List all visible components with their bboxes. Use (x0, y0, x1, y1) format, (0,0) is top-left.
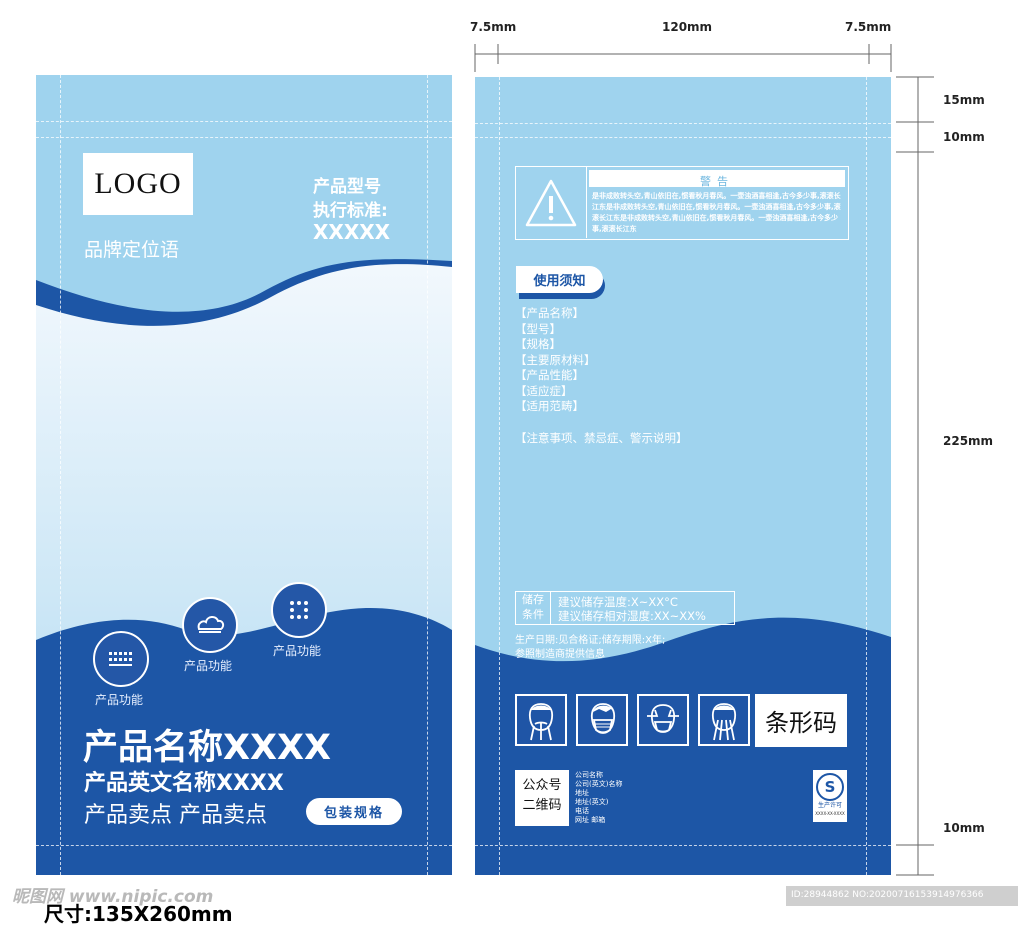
qs-logo-icon: S (816, 773, 844, 801)
qs-code: XXXX-XX-XXXX (815, 811, 845, 816)
product-name: 产品名称XXXX (83, 728, 331, 768)
warning-text: 是非成败转头空,青山依旧在,惯看秋月春风。一壶浊酒喜相逢,古今多少事,滚滚长江东… (592, 192, 841, 233)
warning-triangle-icon (525, 179, 577, 227)
company-address: 地址 (575, 789, 589, 797)
product-name-en: 产品英文名称XXXX (84, 771, 284, 796)
feature-circle-2 (182, 597, 238, 653)
field-product-name: 【产品名称】 (515, 306, 584, 320)
qs-caption: 生产许可 (817, 802, 842, 809)
back-guide-top2 (475, 137, 891, 138)
logo-box: LOGO (83, 153, 193, 215)
production-line: 生产日期:见合格证;储存期限:X年; (515, 635, 666, 646)
standard-value: XXXXX (313, 220, 391, 244)
storage-humidity: 建议储存相对湿度:XX~XX% (558, 609, 706, 623)
field-spec: 【规格】 (515, 337, 561, 351)
selling-points: 产品卖点 产品卖点 (84, 803, 267, 828)
production-line-2: 参照制造商提供信息 (515, 649, 605, 660)
feature-circle-1 (93, 631, 149, 687)
company-web-email: 网址 邮箱 (575, 816, 606, 824)
field-scope: 【适用范畴】 (515, 399, 584, 413)
dim-body-height: 225mm (943, 434, 994, 448)
standard-label: 执行标准: (313, 201, 388, 221)
qs-mark: S 生产许可 XXXX-XX-XXXX (813, 770, 847, 822)
dim-right-margin: 7.5mm (845, 20, 892, 34)
face-icon-box-3 (637, 694, 689, 746)
company-address-en: 地址(英文) (575, 798, 609, 806)
front-guide-top2 (36, 137, 452, 138)
back-guide-left (499, 77, 500, 875)
spec-button[interactable]: 包装规格 (306, 798, 402, 825)
cover-face-icon (711, 703, 737, 741)
back-panel: 警告 是非成败转头空,青山依旧在,惯看秋月春风。一壶浊酒喜相逢,古今多少事,滚滚… (475, 77, 891, 875)
front-guide-left (60, 75, 61, 875)
face-icon-box-1 (515, 694, 567, 746)
field-performance: 【产品性能】 (515, 368, 584, 382)
front-guide-right (427, 75, 428, 875)
qr-label-1: 公众号 (522, 778, 562, 793)
field-model: 【型号】 (515, 321, 561, 336)
back-guide-bottom (475, 845, 891, 846)
warning-title: 警告 (700, 175, 734, 188)
dim-left-margin: 7.5mm (470, 20, 517, 34)
field-indications: 【适应症】 (515, 383, 573, 398)
back-guide-top1 (475, 123, 891, 124)
feature-label-3: 产品功能 (273, 644, 322, 658)
company-name: 公司名称 (575, 771, 603, 779)
warning-box: 警告 是非成败转头空,青山依旧在,惯看秋月春风。一壶浊酒喜相逢,古今多少事,滚滚… (515, 166, 849, 240)
front-guide-bottom (36, 845, 452, 846)
brand-slogan: 品牌定位语 (84, 239, 180, 261)
cloud-icon (197, 616, 225, 633)
face-icon-box-2 (576, 694, 628, 746)
watermark-id-bar: ID:28944862 NO:20200716153914976366 (786, 886, 1018, 906)
qr-box: 公众号 二维码 (515, 770, 569, 826)
storage-box: 储存 条件 建议储存温度:X~XX°C 建议储存相对湿度:XX~XX% (515, 591, 735, 625)
qr-label-2: 二维码 (522, 798, 562, 813)
dim-bottom-seal: 10mm (943, 821, 985, 835)
back-guide-right (866, 77, 867, 875)
feature-label-2: 产品功能 (184, 659, 233, 673)
face-icon-box-4 (698, 694, 750, 746)
field-materials: 【主要原材料】 (515, 352, 596, 367)
logo-text: LOGO (94, 167, 182, 200)
storage-label-1: 储存 (522, 593, 544, 606)
company-name-en: 公司(英文)名称 (575, 780, 623, 788)
mask-adjust-icon (647, 704, 679, 733)
model-label: 产品型号 (313, 177, 381, 197)
instructions-tab-label: 使用须知 (533, 274, 586, 289)
size-label: 尺寸:135X260mm (44, 902, 233, 926)
storage-label-2: 条件 (522, 608, 544, 621)
company-info: 公司名称 公司(英文)名称 地址 地址(英文) 电话 网址 邮箱 (575, 771, 622, 825)
front-panel: LOGO 品牌定位语 产品型号 执行标准: XXXXX 产品功能 产品功能 产品… (36, 75, 452, 875)
hands-over-mouth-icon (528, 703, 554, 741)
notice-line: 【注意事项、禁忌症、警示说明】 (515, 431, 688, 445)
barcode-label: 条形码 (765, 709, 837, 737)
front-guide-top1 (36, 121, 452, 122)
spec-button-label: 包装规格 (323, 806, 384, 821)
company-phone: 电话 (575, 807, 589, 815)
mask-wearer-icon (590, 703, 616, 734)
dim-top-seal: 15mm (943, 93, 985, 107)
dim-width: 120mm (662, 20, 713, 34)
field-list: 【产品名称】 【型号】 【规格】 【主要原材料】 【产品性能】 【适应症】 【适… (515, 306, 596, 415)
warning-title-bar: 警告 (589, 170, 845, 188)
keyboard-icon (109, 652, 132, 666)
barcode-box: 条形码 (755, 694, 847, 747)
warning-icon-cell (516, 167, 587, 238)
dots-grid-icon (290, 601, 308, 619)
feature-circle-3 (271, 582, 327, 638)
storage-label-cell: 储存 条件 (516, 592, 551, 624)
qs-letter: S (824, 778, 836, 796)
instructions-tab: 使用须知 (516, 266, 603, 293)
feature-label-1: 产品功能 (95, 693, 144, 707)
watermark-id: ID:28944862 NO:20200716153914976366 (791, 890, 984, 900)
dim-second-seal: 10mm (943, 130, 985, 144)
